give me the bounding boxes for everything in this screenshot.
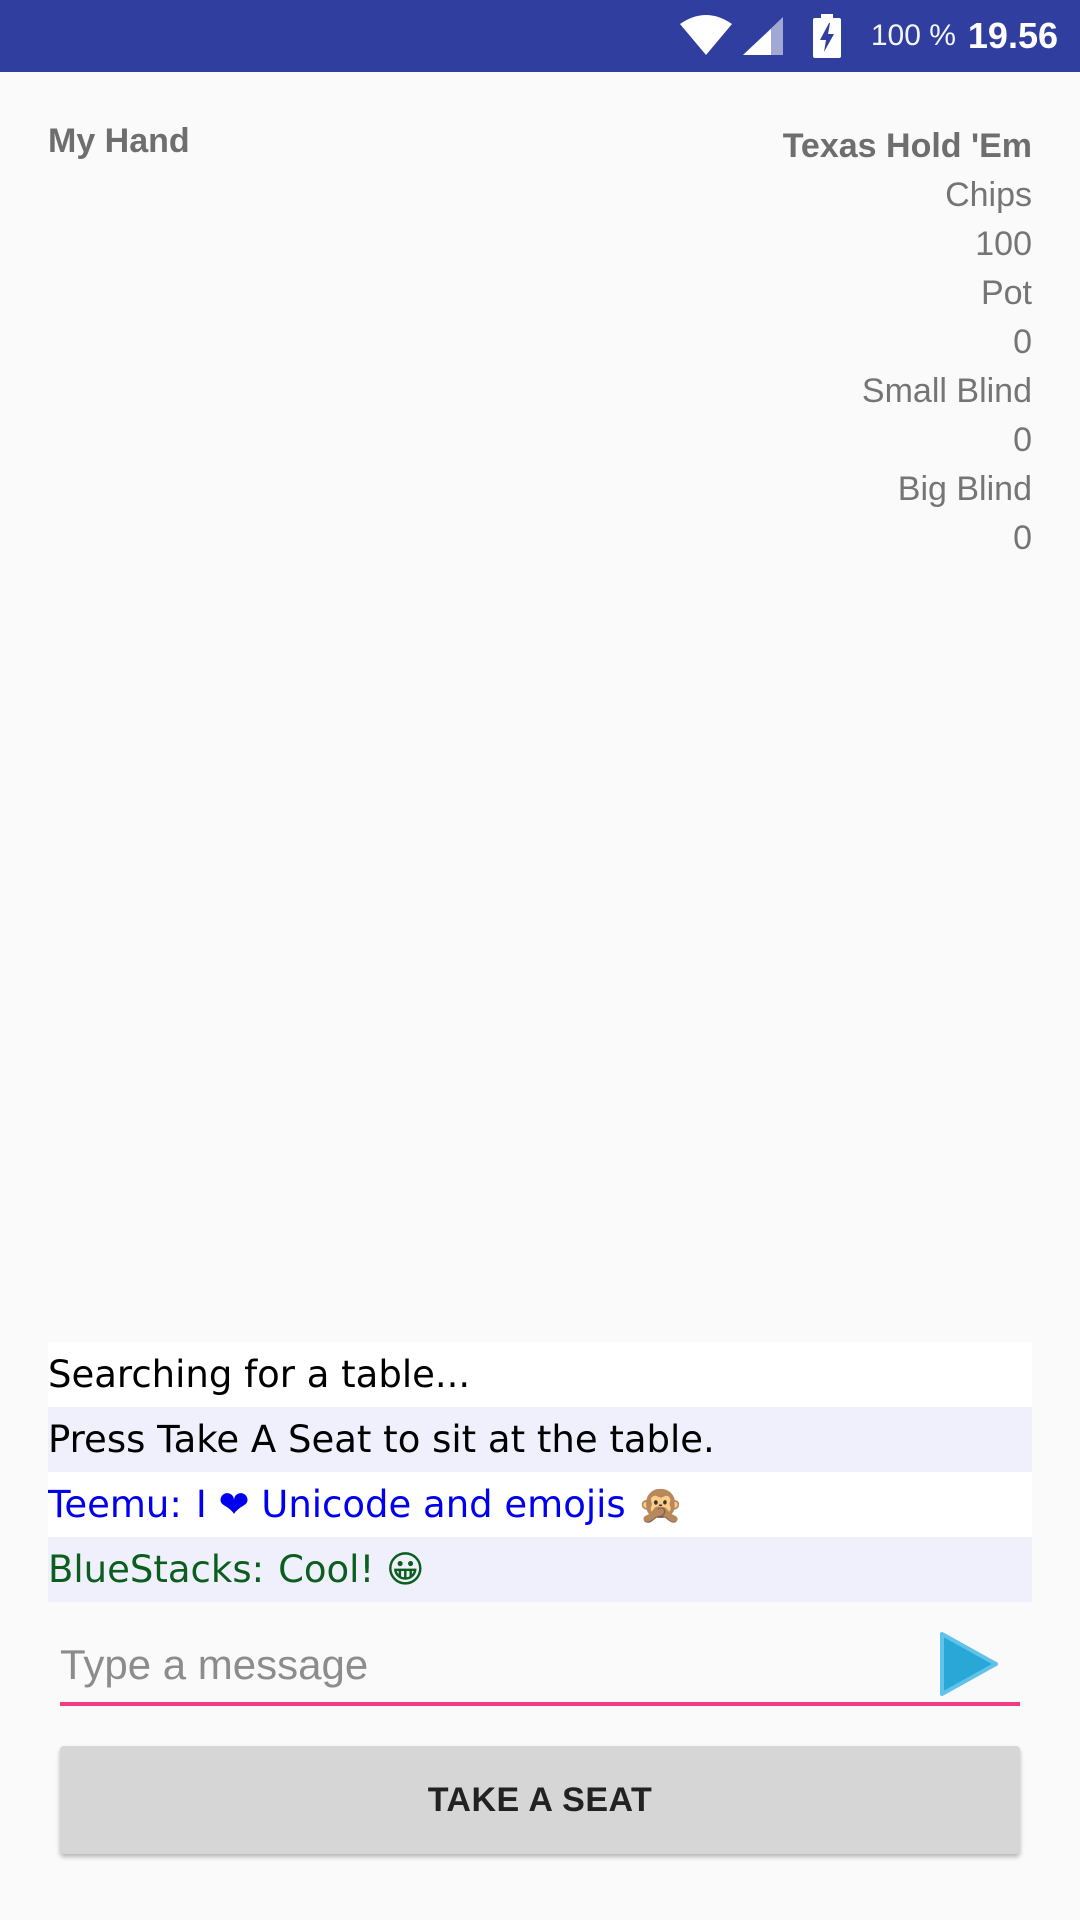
status-icons: 100 % 19.56 bbox=[679, 0, 1058, 72]
battery-charging-icon bbox=[812, 14, 841, 58]
chat-log[interactable]: Searching for a table... Press Take A Se… bbox=[48, 1342, 1032, 1602]
chat-message-text: Press Take A Seat to sit at the table. bbox=[48, 1418, 715, 1461]
small-blind-label: Small Blind bbox=[861, 372, 1032, 410]
chips-value: 100 bbox=[975, 225, 1032, 263]
big-blind-label: Big Blind bbox=[897, 470, 1032, 508]
take-a-seat-button[interactable]: TAKE A SEAT bbox=[60, 1746, 1020, 1854]
message-composer bbox=[60, 1630, 1020, 1706]
send-play-icon bbox=[938, 1631, 1000, 1702]
battery-percent: 100 % bbox=[870, 19, 956, 52]
send-button[interactable] bbox=[936, 1631, 1002, 1702]
small-blind-value: 0 bbox=[1013, 421, 1032, 459]
message-input[interactable] bbox=[60, 1630, 920, 1700]
chat-sender: BlueStacks: bbox=[48, 1548, 265, 1591]
chat-message: Press Take A Seat to sit at the table. bbox=[48, 1407, 1032, 1472]
status-bar: 100 % 19.56 bbox=[0, 0, 1080, 72]
chat-message-text: I ❤ Unicode and emojis 🙊 bbox=[195, 1483, 684, 1526]
wifi-icon bbox=[679, 15, 733, 57]
chat-message: BlueStacks: Cool! 😀 bbox=[48, 1537, 1032, 1602]
my-hand-label: My Hand bbox=[48, 122, 190, 160]
signal-icon bbox=[741, 15, 785, 57]
game-title: Texas Hold 'Em bbox=[782, 127, 1032, 165]
big-blind-value: 0 bbox=[1013, 519, 1032, 557]
chat-message: Teemu: I ❤ Unicode and emojis 🙊 bbox=[48, 1472, 1032, 1537]
chips-label: Chips bbox=[945, 176, 1032, 214]
chat-message-text: Cool! 😀 bbox=[278, 1548, 425, 1591]
chat-message-text: Searching for a table... bbox=[48, 1353, 471, 1396]
pot-label: Pot bbox=[980, 274, 1032, 312]
chat-message: Searching for a table... bbox=[48, 1342, 1032, 1407]
message-input-underline bbox=[60, 1702, 1020, 1706]
chat-sender: Teemu: bbox=[48, 1483, 182, 1526]
clock: 19.56 bbox=[967, 15, 1058, 56]
game-info-panel: Texas Hold 'Em Chips 100 Pot 0 Small Bli… bbox=[783, 122, 1032, 563]
pot-value: 0 bbox=[1013, 323, 1032, 361]
